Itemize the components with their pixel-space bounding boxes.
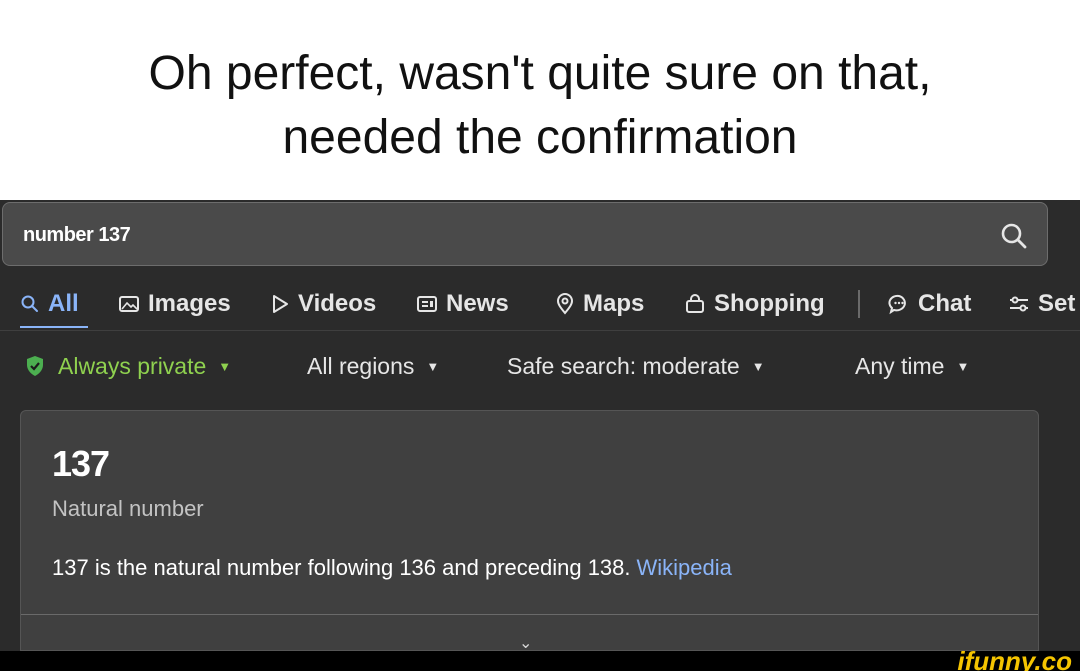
caret-down-icon: ▼ <box>751 358 765 374</box>
tab-settings[interactable]: Set <box>1008 284 1075 324</box>
footer-bar <box>0 651 1080 671</box>
tab-label: Set <box>1038 290 1076 317</box>
tab-label: Images <box>148 290 231 317</box>
panel-description: 137 is the natural number following 136 … <box>52 555 732 581</box>
caret-down-icon: ▼ <box>426 358 440 374</box>
region-filter-label: All regions <box>307 352 415 379</box>
panel-title: 137 <box>52 443 110 484</box>
tab-label: Videos <box>298 290 377 317</box>
caret-down-icon: ▼ <box>218 358 232 374</box>
settings-sliders-icon <box>1010 296 1028 312</box>
tab-label: All <box>48 290 79 317</box>
knowledge-panel: 137 Natural number 137 is the natural nu… <box>20 410 1039 653</box>
panel-subtitle: Natural number <box>52 496 204 521</box>
caption-line-1: Oh perfect, wasn't quite sure on that, <box>148 47 932 100</box>
tab-shopping[interactable]: Shopping <box>684 284 825 324</box>
time-filter-label: Any time <box>855 352 945 379</box>
shopping-bag-icon <box>686 294 704 313</box>
search-input[interactable]: number 137 <box>2 202 1048 266</box>
chevron-down-icon[interactable]: ⌄ <box>519 633 532 653</box>
tab-news[interactable]: News <box>416 284 509 324</box>
region-filter-dropdown[interactable]: All regions ▼ <box>307 346 439 386</box>
search-filters: Always private ▼ All regions ▼ Safe sear… <box>0 346 1080 386</box>
tab-videos[interactable]: Videos <box>270 284 376 324</box>
tab-label: Chat <box>918 290 972 317</box>
map-pin-icon <box>556 293 574 315</box>
active-tab-indicator <box>20 326 88 328</box>
tab-chat[interactable]: Chat <box>888 284 971 324</box>
privacy-filter-label: Always private <box>58 352 207 379</box>
search-results-screen: number 137 All Images Videos News Maps S… <box>0 200 1080 653</box>
caret-down-icon: ▼ <box>956 358 970 374</box>
safe-search-dropdown[interactable]: Safe search: moderate ▼ <box>507 346 765 386</box>
search-tabs: All Images Videos News Maps Shopping Cha… <box>0 284 1080 328</box>
privacy-filter-dropdown[interactable]: Always private ▼ <box>24 346 231 386</box>
meme-caption: Oh perfect, wasn't quite sure on that, n… <box>0 0 1080 200</box>
chat-icon <box>888 294 906 315</box>
search-query[interactable]: number 137 <box>23 224 131 247</box>
tab-label: News <box>446 290 509 317</box>
play-icon <box>273 295 288 313</box>
tab-all[interactable]: All <box>20 284 79 324</box>
search-icon[interactable] <box>999 221 1029 251</box>
tab-label: Maps <box>583 290 645 317</box>
search-icon <box>21 295 38 312</box>
shield-check-icon <box>27 356 43 376</box>
newspaper-icon <box>417 296 437 312</box>
wikipedia-link[interactable]: Wikipedia <box>637 555 732 580</box>
time-filter-dropdown[interactable]: Any time ▼ <box>855 346 969 386</box>
panel-divider <box>21 614 1038 615</box>
safe-search-label: Safe search: moderate <box>507 352 740 379</box>
tab-label: Shopping <box>714 290 825 317</box>
image-icon <box>119 296 139 312</box>
tab-images[interactable]: Images <box>118 284 231 324</box>
panel-description-text: 137 is the natural number following 136 … <box>52 555 631 580</box>
caption-line-2: needed the confirmation <box>282 111 798 164</box>
tab-maps[interactable]: Maps <box>555 284 644 324</box>
tab-divider <box>858 290 860 318</box>
nav-divider <box>0 330 1080 331</box>
watermark: ifunny.co <box>957 646 1072 671</box>
